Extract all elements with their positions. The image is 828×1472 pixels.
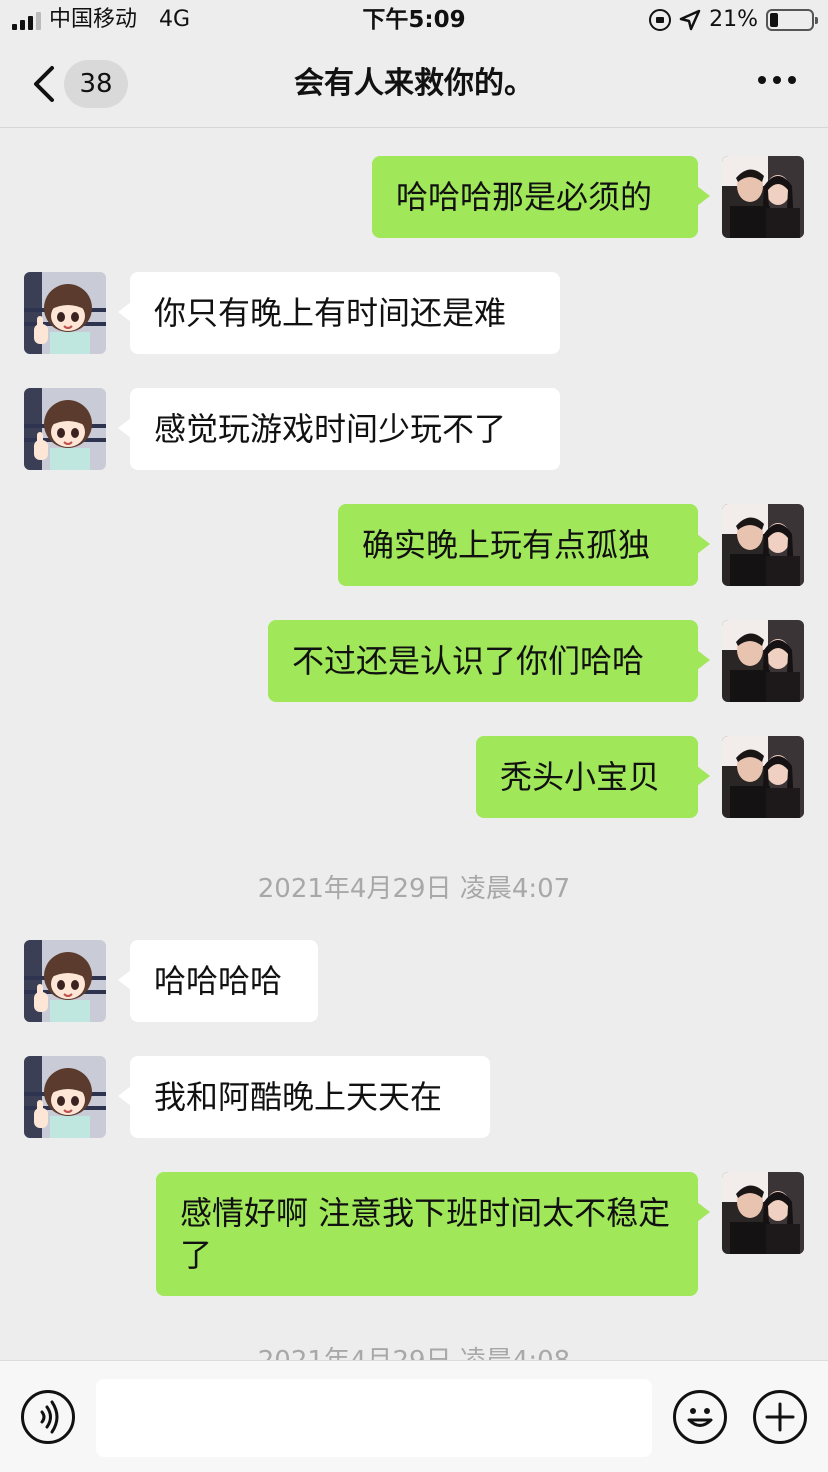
chat-header: 38 会有人来救你的。 <box>0 42 828 128</box>
message-timestamp: 2021年4月29日 凌晨4:07 <box>257 874 571 904</box>
more-dots-icon[interactable] <box>758 76 796 84</box>
message-bubble-incoming[interactable]: 哈哈哈哈 <box>118 940 318 1022</box>
plus-button[interactable] <box>753 1390 807 1444</box>
my-avatar[interactable] <box>722 1172 804 1254</box>
message-bubble-outgoing[interactable]: 不过还是认识了你们哈哈 <box>268 620 710 702</box>
chevron-left-icon[interactable] <box>26 62 66 106</box>
unread-count-badge[interactable]: 38 <box>64 60 128 108</box>
my-avatar[interactable] <box>722 504 804 586</box>
message-bubble-outgoing[interactable]: 感情好啊 注意我下班时间太不稳定了 <box>156 1172 710 1296</box>
voice-icon <box>40 1400 59 1434</box>
message-bubble-incoming[interactable]: 我和阿酷晚上天天在 <box>118 1056 490 1138</box>
emoji-icon <box>687 1408 713 1427</box>
plus-icon <box>765 1402 795 1432</box>
chat-title: 会有人来救你的。 <box>294 66 534 101</box>
contact-avatar[interactable] <box>24 940 106 1022</box>
message-bubble-outgoing[interactable]: 确实晚上玩有点孤独 <box>338 504 710 586</box>
voice-button[interactable] <box>21 1390 75 1444</box>
location-arrow-icon <box>679 9 701 31</box>
contact-avatar[interactable] <box>24 1056 106 1138</box>
message-bubble-incoming[interactable]: 感觉玩游戏时间少玩不了 <box>118 388 560 470</box>
my-avatar[interactable] <box>722 736 804 818</box>
message-bubble-outgoing[interactable]: 哈哈哈那是必须的 <box>372 156 710 238</box>
my-avatar[interactable] <box>722 620 804 702</box>
chat-input-bar <box>0 1360 828 1472</box>
message-bubble-incoming[interactable]: 你只有晚上有时间还是难 <box>118 272 560 354</box>
message-input[interactable] <box>96 1379 652 1457</box>
message-bubble-outgoing[interactable]: 秃头小宝贝 <box>476 736 710 818</box>
battery-fill <box>770 13 779 27</box>
status-right: 21% <box>649 6 818 34</box>
battery-icon <box>766 9 818 31</box>
battery-percent: 21% <box>709 7 758 32</box>
emoji-button[interactable] <box>673 1390 727 1444</box>
rotation-lock-icon <box>649 9 672 31</box>
my-avatar[interactable] <box>722 156 804 238</box>
status-bar: 中国移动 4G 下午5:09 21% <box>0 0 828 42</box>
contact-avatar[interactable] <box>24 388 106 470</box>
contact-avatar[interactable] <box>24 272 106 354</box>
